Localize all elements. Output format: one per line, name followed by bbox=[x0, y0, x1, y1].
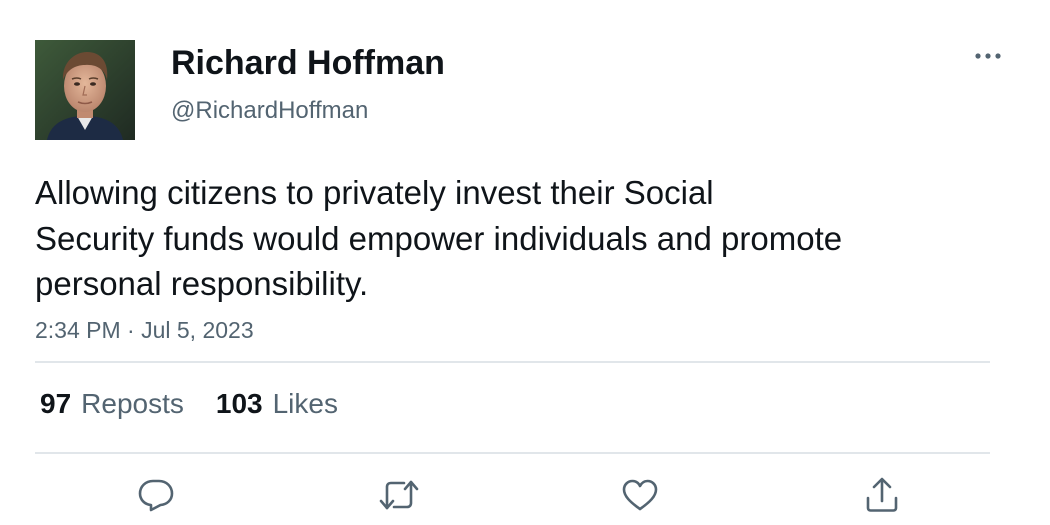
author-display-name[interactable]: Richard Hoffman bbox=[171, 43, 445, 83]
tweet-text-line: personal responsibility. bbox=[35, 265, 369, 302]
reposts-label: Reposts bbox=[81, 388, 184, 419]
tweet-text-line: Allowing citizens to privately invest th… bbox=[35, 174, 714, 211]
share-icon bbox=[866, 477, 898, 512]
reposts-count: 97 bbox=[40, 388, 72, 419]
author-handle[interactable]: @RichardHoffman bbox=[171, 96, 368, 126]
likes-stat[interactable]: 103 Likes bbox=[216, 386, 338, 422]
avatar[interactable] bbox=[35, 40, 135, 140]
repost-button[interactable] bbox=[377, 473, 421, 517]
share-button[interactable] bbox=[860, 473, 904, 517]
like-button[interactable] bbox=[618, 473, 662, 517]
reposts-stat[interactable]: 97 Reposts bbox=[40, 386, 184, 422]
tweet-text-line: Security funds would empower individuals… bbox=[35, 219, 843, 257]
reply-icon bbox=[138, 479, 174, 512]
profile-photo bbox=[35, 40, 135, 140]
likes-label: Likes bbox=[272, 388, 338, 419]
more-options-button[interactable] bbox=[966, 40, 1010, 72]
divider bbox=[35, 361, 990, 363]
likes-count: 103 bbox=[215, 388, 263, 419]
divider bbox=[35, 452, 990, 454]
reply-button[interactable] bbox=[134, 473, 178, 517]
heart-icon bbox=[622, 479, 658, 511]
engagement-stats: 97 Reposts 103 Likes bbox=[40, 386, 370, 422]
tweet-timestamp[interactable]: 2:34 PM · Jul 5, 2023 bbox=[35, 315, 254, 345]
tweet-text: Allowing citizens to privately invest th… bbox=[35, 170, 965, 307]
repost-icon bbox=[379, 480, 419, 510]
more-icon bbox=[975, 53, 1001, 59]
